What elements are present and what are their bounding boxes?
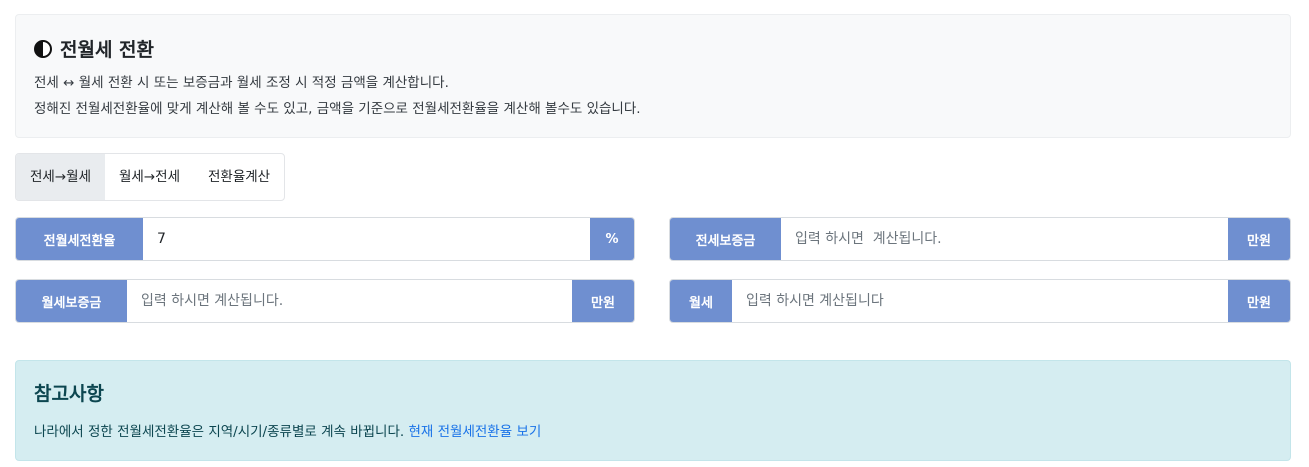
contrast-icon	[34, 39, 52, 58]
jeonse-deposit-field-group: 전세보증금 만원	[669, 217, 1291, 261]
jeonse-deposit-label: 전세보증금	[670, 218, 781, 260]
info-title-row: 전월세 전환	[34, 35, 1272, 62]
info-card: 전월세 전환 전세 ↔ 월세 전환 시 또는 보증금과 월세 조정 시 적정 금…	[15, 14, 1291, 138]
wolse-deposit-input[interactable]	[127, 280, 572, 322]
rate-label: 전월세전환율	[16, 218, 143, 260]
wolse-deposit-unit: 만원	[572, 280, 634, 322]
note-text: 나라에서 정한 전월세전환율은 지역/시기/종류별로 계속 바뀝니다.	[34, 424, 405, 440]
rate-input[interactable]	[143, 218, 590, 260]
current-rate-link[interactable]: 현재 전월세전환율 보기	[408, 424, 541, 440]
wolse-unit: 만원	[1228, 280, 1290, 322]
wolse-label: 월세	[670, 280, 732, 322]
wolse-input[interactable]	[732, 280, 1228, 322]
rate-field-group: 전월세전환율 %	[15, 217, 635, 261]
info-desc-line-2: 정해진 전월세전환율에 맞게 계산해 볼 수도 있고, 금액을 기준으로 전월세…	[34, 101, 641, 117]
tab-wolse-to-jeonse[interactable]: 월세→전세	[105, 154, 194, 200]
jeonse-deposit-unit: 만원	[1228, 218, 1290, 260]
mode-tabs: 전세→월세 월세→전세 전환율계산	[15, 153, 286, 201]
wolse-deposit-field-group: 월세보증금 만원	[15, 279, 635, 323]
wolse-deposit-label: 월세보증금	[16, 280, 127, 322]
page-title: 전월세 전환	[60, 39, 155, 61]
note-text-row: 나라에서 정한 전월세전환율은 지역/시기/종류별로 계속 바뀝니다. 현재 전…	[34, 420, 1272, 440]
tab-rate-calc[interactable]: 전환율계산	[194, 154, 284, 200]
info-description: 전세 ↔ 월세 전환 시 또는 보증금과 월세 조정 시 적정 금액을 계산합니…	[34, 70, 1272, 122]
note-title: 참고사항	[34, 383, 104, 405]
info-desc-line-1: 전세 ↔ 월세 전환 시 또는 보증금과 월세 조정 시 적정 금액을 계산합니…	[34, 75, 449, 91]
rate-unit: %	[590, 218, 634, 260]
wolse-field-group: 월세 만원	[669, 279, 1291, 323]
note-card: 참고사항 나라에서 정한 전월세전환율은 지역/시기/종류별로 계속 바뀝니다.…	[15, 360, 1291, 461]
tab-jeonse-to-wolse[interactable]: 전세→월세	[16, 154, 105, 200]
jeonse-deposit-input[interactable]	[781, 218, 1228, 260]
